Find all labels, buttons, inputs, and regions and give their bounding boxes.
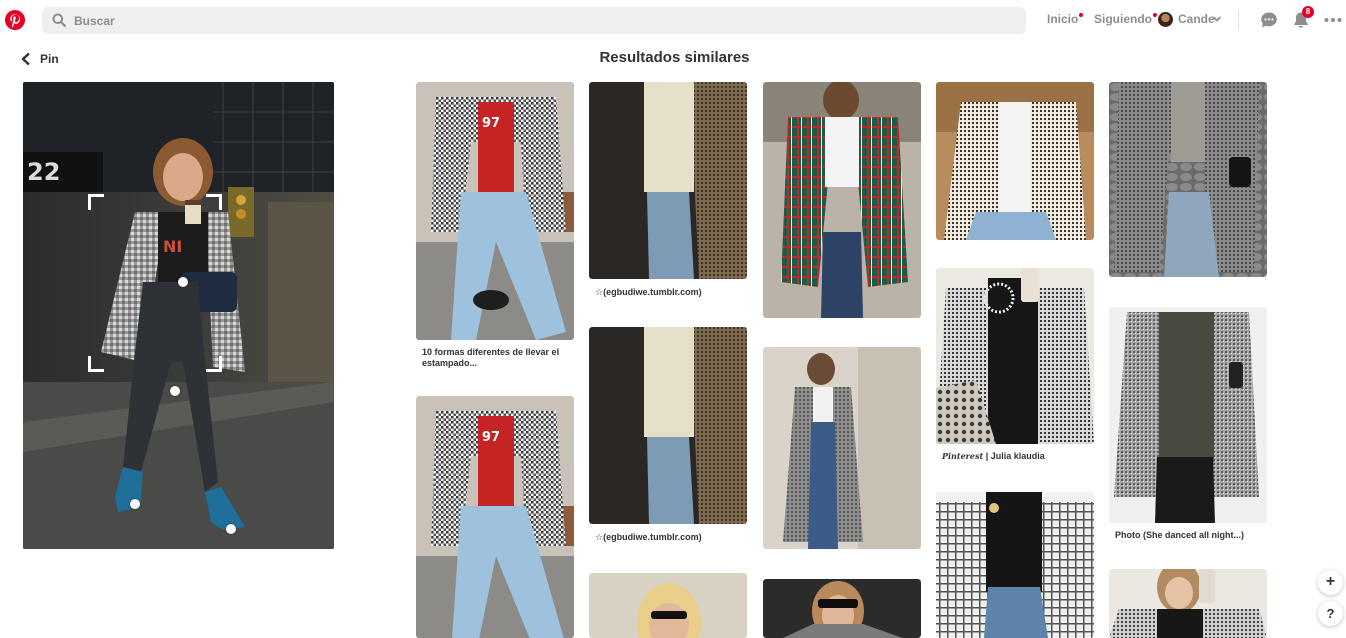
pin-caption: ☆(egbudiwe.tumblr.com) [595,532,702,542]
nav-profile[interactable]: Cande [1178,12,1215,26]
pin-card[interactable] [1109,569,1267,638]
crop-corner-bottom-right[interactable] [206,356,222,372]
pin-card[interactable] [589,82,747,279]
pin-image: 97 [416,396,574,638]
svg-text:97: 97 [482,430,500,445]
pin-image [589,82,747,279]
search-icon [52,13,66,27]
page-title: Resultados similares [599,49,750,66]
unread-dot [1079,13,1084,17]
pin-caption-script: Pinterest [942,451,984,461]
pin-image [589,573,747,638]
pin-card[interactable] [763,579,921,638]
pin-image [936,492,1094,638]
pin-image [936,268,1094,444]
main-pin-image[interactable]: 22 NI [23,82,334,549]
pin-image [763,347,921,549]
main-photo: 22 NI [23,82,334,549]
pin-image: 97 [416,82,574,340]
crop-corner-top-right[interactable] [206,194,222,210]
pin-image [589,327,747,524]
pin-image [1109,569,1267,638]
search-bar[interactable] [42,7,1026,34]
nav-home-label: Inicio [1047,12,1079,26]
visual-search-dot[interactable] [130,499,140,509]
notification-badge: 8 [1302,6,1314,18]
visual-search-dot[interactable] [170,386,180,396]
top-bar: Inicio Siguiendo Cande 8 [0,0,1346,40]
pin-card[interactable] [1109,82,1267,277]
pin-caption: 10 formas diferentes de llevar el estamp… [422,347,560,368]
visual-search-dot[interactable] [178,277,188,287]
pin-image [1109,82,1267,277]
pin-image [763,579,921,638]
pinterest-logo-icon[interactable] [5,10,25,30]
visual-search-dot[interactable] [226,524,236,534]
pin-card[interactable]: 97 [416,396,574,638]
unread-dot [1153,13,1157,17]
pin-card[interactable] [1109,307,1267,523]
avatar[interactable] [1158,12,1173,27]
pin-card[interactable] [936,82,1094,240]
chevron-down-icon[interactable] [1212,14,1222,24]
pin-card[interactable] [589,573,747,638]
pin-card[interactable] [936,268,1094,444]
add-button[interactable]: + [1318,570,1343,595]
pin-caption: Photo (She danced all night...) [1115,530,1245,540]
pin-image [763,82,921,318]
crop-corner-top-left[interactable] [88,194,104,210]
svg-text:97: 97 [482,116,500,131]
pin-image [936,82,1094,240]
pin-card[interactable] [936,492,1094,638]
crop-corner-bottom-left[interactable] [88,356,104,372]
pin-caption: Pinterest | Julia klaudia [942,451,1092,462]
nav-following-label: Siguiendo [1094,12,1152,26]
pin-image [1109,307,1267,523]
pin-card[interactable] [763,82,921,318]
nav-profile-label: Cande [1178,12,1215,26]
svg-text:NI: NI [163,237,182,256]
svg-text:22: 22 [27,158,60,186]
chat-icon[interactable] [1260,11,1278,29]
pin-card[interactable]: 97 [416,82,574,340]
pin-caption: ☆(egbudiwe.tumblr.com) [595,287,702,297]
nav-following[interactable]: Siguiendo [1094,12,1157,26]
help-button[interactable]: ? [1318,601,1343,626]
search-input[interactable] [74,7,1014,34]
more-icon[interactable] [1324,13,1342,27]
header-divider [1238,10,1239,30]
pin-caption-text: | Julia klaudia [985,451,1045,461]
pin-card[interactable] [589,327,747,524]
nav-home[interactable]: Inicio [1047,12,1084,26]
pin-card[interactable] [763,347,921,549]
